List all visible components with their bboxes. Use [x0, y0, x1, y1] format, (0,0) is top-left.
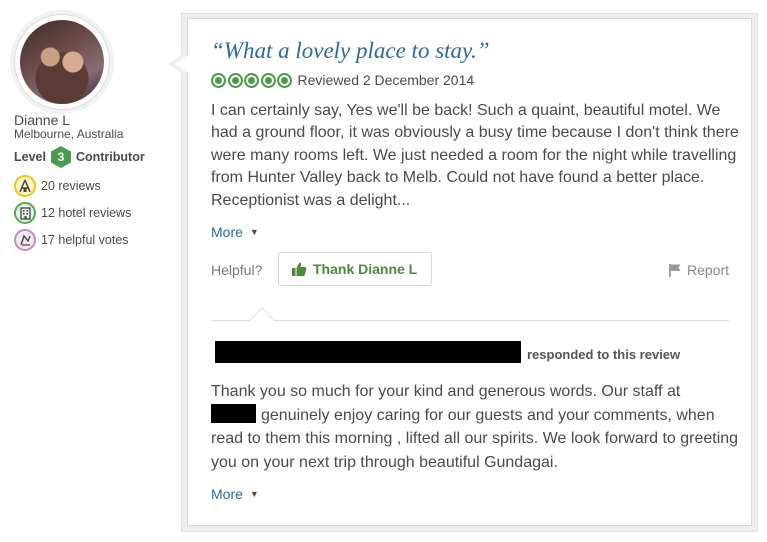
- avatar-frame[interactable]: [14, 14, 110, 110]
- response-divider: [211, 320, 729, 321]
- stat-helpful-votes[interactable]: 17 helpful votes: [14, 229, 129, 251]
- level-suffix: Contributor: [75, 150, 145, 164]
- review-page: Dianne L Melbourne, Australia Level 3 Co…: [0, 0, 767, 542]
- review-title[interactable]: “What a lovely place to stay.”: [211, 38, 490, 64]
- stat-hotel-reviews[interactable]: 12 hotel reviews: [14, 202, 131, 224]
- reviews-badge-icon: [14, 175, 36, 197]
- member-panel: Dianne L Melbourne, Australia Level 3 Co…: [0, 0, 180, 542]
- stat-hotel-reviews-label: 12 hotel reviews: [41, 206, 132, 220]
- thank-reviewer-button[interactable]: Thank Dianne L: [278, 252, 432, 286]
- helpful-label: Helpful?: [211, 262, 263, 278]
- rating-bubble-icon: [277, 72, 292, 88]
- stat-helpful-votes-label: 17 helpful votes: [41, 233, 129, 247]
- caret-down-icon: ▼: [249, 227, 259, 237]
- rating-bubble-icon: [211, 72, 226, 88]
- stat-reviews[interactable]: 20 reviews: [14, 175, 101, 197]
- review-body: I can certainly say, Yes we'll be back! …: [211, 102, 739, 209]
- contributor-level: Level 3 Contributor: [14, 146, 145, 168]
- response-more-label: More: [211, 486, 243, 502]
- rating-bubble-icon: [260, 72, 276, 88]
- level-badge-icon: 3: [50, 146, 71, 168]
- report-label: Report: [686, 262, 729, 278]
- responded-label: responded to this review: [527, 347, 681, 362]
- report-link[interactable]: Report: [668, 262, 729, 278]
- caret-down-icon: ▼: [249, 489, 259, 499]
- response-notch: [250, 307, 274, 321]
- response-text-end: genuinely enjoy caring for our guests an…: [211, 406, 739, 471]
- flag-icon: [668, 263, 682, 277]
- redacted-owner-name: [215, 341, 521, 363]
- member-location: Melbourne, Australia: [14, 127, 124, 141]
- thank-label: Thank Dianne L: [313, 261, 418, 277]
- rating-row: Reviewed 2 December 2014: [211, 71, 474, 89]
- review-more-label: More: [211, 224, 243, 240]
- hotel-badge-icon: [14, 202, 36, 224]
- owner-response: Thank you so much for your kind and gene…: [211, 380, 739, 474]
- redacted-inline-name: [211, 403, 256, 423]
- response-text-start: Thank you so much for your kind and gene…: [211, 383, 681, 400]
- review-more-link[interactable]: More ▼: [211, 224, 259, 240]
- card-pointer-inner: [175, 55, 188, 73]
- member-name[interactable]: Dianne L: [14, 112, 70, 128]
- rating-bubble-icon: [244, 72, 259, 88]
- stat-reviews-label: 20 reviews: [41, 179, 101, 193]
- avatar[interactable]: [20, 20, 104, 104]
- helpful-badge-icon: [14, 229, 36, 251]
- level-prefix: Level: [14, 150, 46, 164]
- rating-bubble-icon: [227, 72, 243, 88]
- thumbs-up-icon: [291, 261, 307, 277]
- response-more-link[interactable]: More ▼: [211, 486, 259, 502]
- review-date: Reviewed 2 December 2014: [297, 72, 475, 88]
